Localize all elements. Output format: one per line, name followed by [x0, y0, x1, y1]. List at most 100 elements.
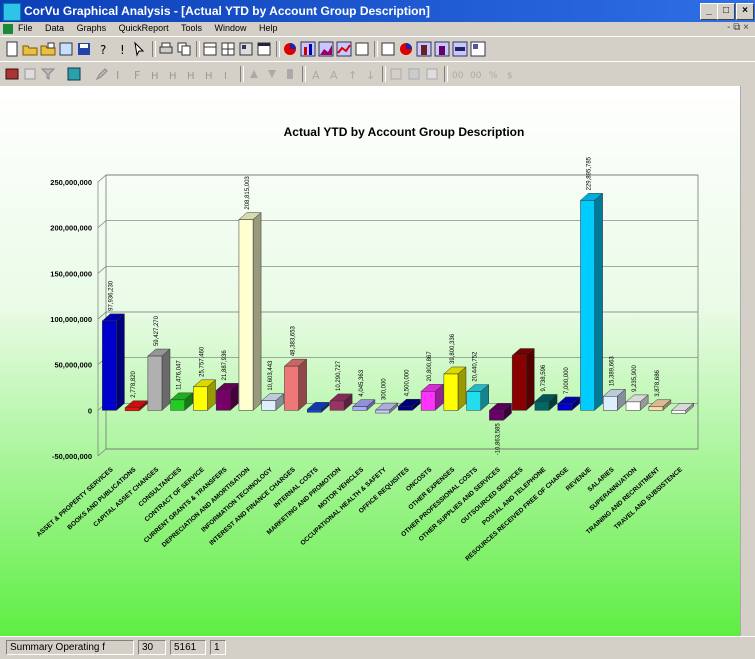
bar: [465, 384, 490, 411]
value-label: 4,500,000: [404, 369, 410, 396]
svg-text:I: I: [224, 71, 227, 82]
new-icon[interactable]: [4, 41, 20, 57]
y-tick-label: 250,000,000: [50, 178, 92, 187]
menu-help[interactable]: Help: [259, 23, 278, 33]
copy-icon[interactable]: [176, 41, 192, 57]
app-icon[interactable]: [3, 3, 21, 21]
horizontal-bar-icon[interactable]: [452, 41, 468, 57]
align-center-icon: H: [184, 66, 200, 82]
line-chart-icon[interactable]: [336, 41, 352, 57]
value-label: 11,476,047: [177, 360, 183, 390]
bar: [238, 212, 262, 411]
bold-icon: I: [112, 66, 128, 82]
color-icon[interactable]: [398, 41, 414, 57]
mdi-controls[interactable]: - ⧉ ×: [727, 22, 749, 33]
chart-options-icon[interactable]: [470, 41, 486, 57]
bar-front: [147, 355, 163, 411]
zoom-in-icon: A: [308, 66, 324, 82]
bar: [261, 393, 285, 411]
toolbar-separator: [382, 66, 386, 82]
filter-icon[interactable]: [40, 66, 56, 82]
report-icon[interactable]: [4, 66, 20, 82]
bar: [648, 399, 672, 411]
print-icon[interactable]: [158, 41, 174, 57]
menu-tools[interactable]: Tools: [181, 23, 202, 33]
area-chart-icon[interactable]: [318, 41, 334, 57]
menu-file[interactable]: File: [18, 23, 33, 33]
toolbar-separator: [196, 41, 200, 57]
svg-text:H: H: [205, 71, 213, 82]
frame-icon[interactable]: [380, 41, 396, 57]
status-count: 30: [138, 640, 166, 655]
grid-icon[interactable]: [220, 41, 236, 57]
menu-graphs[interactable]: Graphs: [77, 23, 107, 33]
shade-icon: [406, 66, 422, 82]
table-icon[interactable]: [238, 41, 254, 57]
bar: [579, 192, 604, 411]
open-icon[interactable]: [22, 41, 38, 57]
value-label: -10,863,585: [495, 423, 501, 456]
bar: [352, 399, 376, 411]
rotate-icon: ↑: [344, 66, 360, 82]
value-label: 21,887,936: [222, 350, 228, 381]
3d-bar-icon[interactable]: [416, 41, 432, 57]
gridline-depth: [97, 448, 107, 457]
bar-front: [352, 406, 368, 411]
svg-text:%: %: [489, 71, 498, 81]
bar: [329, 393, 353, 411]
blank-chart-icon[interactable]: [354, 41, 370, 57]
edit-icon[interactable]: [94, 66, 110, 82]
bar-front: [375, 409, 390, 414]
align-right-icon: H: [202, 66, 218, 82]
gridline-depth: [97, 266, 107, 274]
help-icon[interactable]: ?: [96, 41, 112, 57]
svg-text:$: $: [507, 71, 513, 81]
close-button[interactable]: ×: [736, 3, 754, 20]
pie-chart-icon[interactable]: [282, 41, 298, 57]
maximize-button[interactable]: □: [717, 3, 735, 20]
window-icon[interactable]: [256, 41, 272, 57]
context-help-icon[interactable]: [132, 41, 148, 57]
numbers-icon: 00: [450, 66, 466, 82]
font-size-icon: H: [148, 66, 164, 82]
svg-text:I: I: [116, 69, 119, 82]
chart-gridlines: [97, 174, 699, 457]
gridline-depth: [97, 311, 107, 320]
database-icon[interactable]: [66, 66, 82, 82]
bar-chart[interactable]: Actual YTD by Account Group Description …: [0, 86, 740, 636]
bar-chart-icon[interactable]: [300, 41, 316, 57]
value-label: 48,383,653: [291, 325, 297, 356]
x-tick-label: OCCUPATIONAL HEALTH & SAFETY: [299, 466, 388, 547]
save-icon[interactable]: [76, 41, 92, 57]
format-icon[interactable]: [22, 66, 38, 82]
value-label: 3,878,686: [655, 369, 661, 396]
menu-window[interactable]: Window: [215, 23, 247, 33]
value-label: 229,895,785: [587, 156, 593, 190]
italic-icon: F: [130, 66, 146, 82]
document-icon[interactable]: [3, 24, 13, 34]
currency-icon: $: [504, 66, 520, 82]
align-left-icon: H: [166, 66, 182, 82]
vertical-scrollbar[interactable]: [740, 86, 755, 636]
bar-front: [602, 396, 618, 411]
bar: [670, 402, 695, 414]
value-label: 2,778,820: [131, 370, 137, 397]
layout-icon[interactable]: [202, 41, 218, 57]
bar: [169, 392, 194, 411]
open-report-icon[interactable]: [40, 41, 56, 57]
value-label: 7,000,000: [564, 367, 570, 394]
y-tick-label: 0: [88, 406, 92, 415]
minimize-button[interactable]: _: [700, 3, 718, 20]
bar-front: [580, 200, 595, 411]
value-label: 39,800,336: [450, 333, 456, 364]
properties-icon[interactable]: [58, 41, 74, 57]
menu-quickreport[interactable]: QuickReport: [119, 23, 169, 33]
percent-icon: %: [486, 66, 502, 82]
bar: [283, 358, 308, 411]
value-label: 20,440,752: [473, 351, 479, 382]
stacked-bar-icon[interactable]: [434, 41, 450, 57]
y-axis-ticks: -50,000,000 0 50,000,000 100,000,000 150,000…: [50, 178, 92, 461]
menu-data[interactable]: Data: [45, 23, 64, 33]
info-icon[interactable]: !: [114, 41, 130, 57]
svg-text:↓: ↓: [366, 69, 375, 82]
